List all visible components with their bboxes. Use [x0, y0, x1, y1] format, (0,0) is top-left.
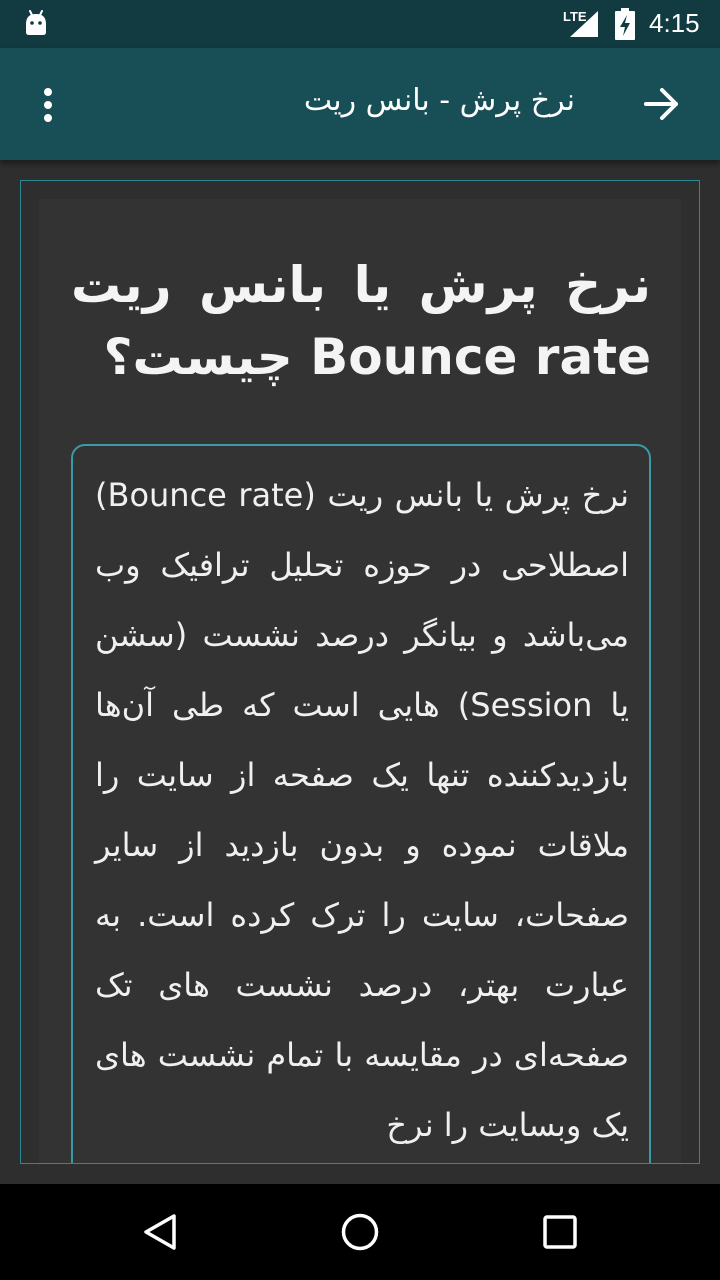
article-card: نرخ پرش یا بانس ریت (Bounce rate) اصطلاح… [71, 444, 651, 1163]
android-icon [26, 10, 46, 35]
battery-charging-icon [615, 8, 635, 40]
toolbar-title: نرخ پرش - بانس ریت [303, 83, 575, 118]
nav-home-icon[interactable] [340, 1212, 380, 1252]
article-body: نرخ پرش یا بانس ریت (Bounce rate) اصطلاح… [95, 476, 630, 1144]
article-container[interactable]: نرخ پرش یا بانس ریت Bounce rate چیست؟ نر… [20, 180, 700, 1164]
signal-icon [570, 11, 598, 37]
nav-back-icon[interactable] [140, 1212, 180, 1252]
more-vert-icon[interactable] [30, 85, 66, 125]
navigation-bar [0, 1184, 720, 1280]
app-toolbar: نرخ پرش - بانس ریت [0, 48, 720, 160]
status-clock: 4:15 [649, 8, 700, 38]
article-panel: نرخ پرش یا بانس ریت Bounce rate چیست؟ نر… [39, 199, 681, 1163]
nav-recents-icon[interactable] [542, 1214, 578, 1250]
article-heading: نرخ پرش یا بانس ریت Bounce rate چیست؟ [71, 256, 651, 386]
arrow-forward-icon[interactable] [642, 86, 682, 122]
status-bar: LTE 4:15 [0, 0, 720, 48]
